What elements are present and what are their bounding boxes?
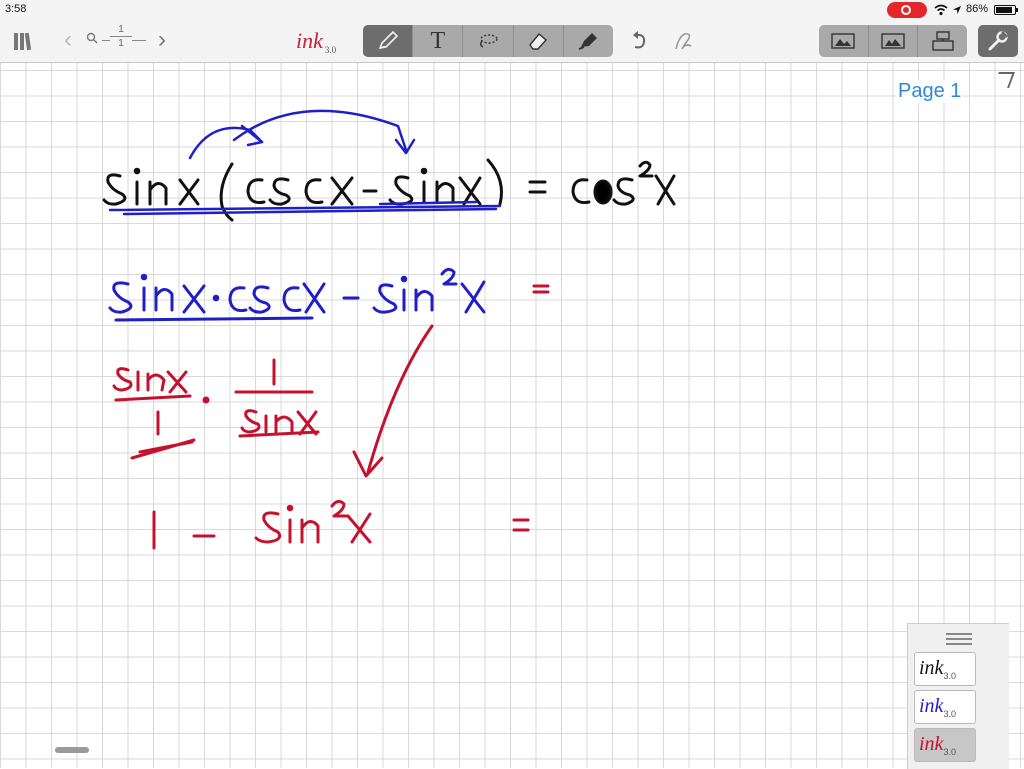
ink-swatch-red[interactable]: ink3.0 <box>914 728 976 762</box>
handwritten-work-red <box>112 284 550 550</box>
handwritten-equation-line-2 <box>108 267 486 322</box>
scroll-indicator[interactable] <box>55 747 89 753</box>
handwriting-layer <box>102 109 676 550</box>
ink-swatch-blue[interactable]: ink3.0 <box>914 690 976 724</box>
distribution-arrows <box>108 109 502 216</box>
ink-swatch-black[interactable]: ink3.0 <box>914 652 976 686</box>
ink-color-panel: ink3.0 ink3.0 ink3.0 <box>907 623 1009 769</box>
panel-drag-handle[interactable] <box>946 630 972 648</box>
